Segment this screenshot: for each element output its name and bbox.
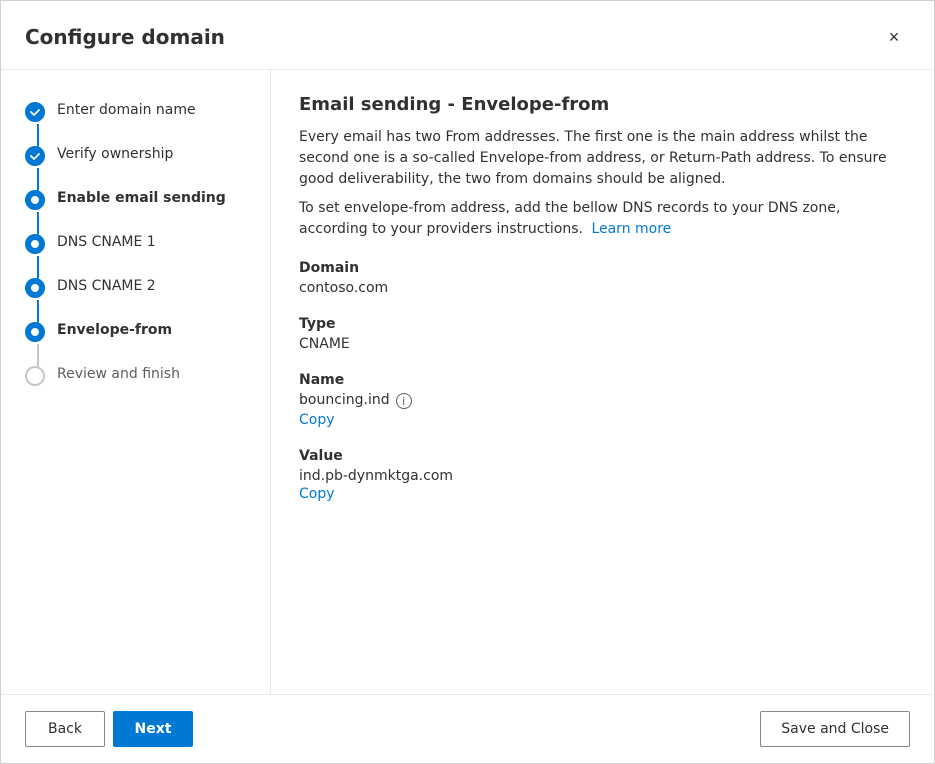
sidebar-item-review-finish[interactable]: Review and finish xyxy=(1,358,270,392)
type-field: Type CNAME xyxy=(299,316,906,352)
info-icon[interactable]: i xyxy=(396,393,412,409)
close-button[interactable]: × xyxy=(878,21,910,53)
sidebar: Enter domain name Verify ownership Enabl xyxy=(1,70,271,694)
next-button[interactable]: Next xyxy=(113,711,193,747)
domain-value: contoso.com xyxy=(299,280,906,296)
sidebar-item-envelope-from[interactable]: Envelope-from xyxy=(1,314,270,348)
description-1: Every email has two From addresses. The … xyxy=(299,127,906,190)
modal-footer: Back Next Save and Close xyxy=(1,694,934,763)
value-value: ind.pb-dynmktga.com xyxy=(299,468,906,484)
configure-domain-modal: Configure domain × Enter domain name xyxy=(0,0,935,764)
check-icon-2 xyxy=(29,150,41,162)
value-copy-button[interactable]: Copy xyxy=(299,486,335,502)
description-2: To set envelope-from address, add the be… xyxy=(299,198,906,240)
name-label: Name xyxy=(299,372,906,388)
step-indicator-dns-cname-1 xyxy=(25,234,45,254)
step-label-dns-cname-1: DNS CNAME 1 xyxy=(57,232,156,250)
sidebar-item-dns-cname-2[interactable]: DNS CNAME 2 xyxy=(1,270,270,304)
step-indicator-envelope-from xyxy=(25,322,45,342)
step-label-enable-email: Enable email sending xyxy=(57,188,226,206)
step-indicator-enable-email xyxy=(25,190,45,210)
modal-body: Enter domain name Verify ownership Enabl xyxy=(1,70,934,694)
sidebar-item-dns-cname-1[interactable]: DNS CNAME 1 xyxy=(1,226,270,260)
check-icon xyxy=(29,106,41,118)
modal-title: Configure domain xyxy=(25,25,225,49)
step-label-envelope-from: Envelope-from xyxy=(57,320,172,338)
name-copy-button[interactable]: Copy xyxy=(299,412,335,428)
step-indicator-verify-ownership xyxy=(25,146,45,166)
type-label: Type xyxy=(299,316,906,332)
main-content: Email sending - Envelope-from Every emai… xyxy=(271,70,934,694)
type-value: CNAME xyxy=(299,336,906,352)
value-field: Value ind.pb-dynmktga.com Copy xyxy=(299,448,906,502)
sidebar-item-enable-email[interactable]: Enable email sending xyxy=(1,182,270,216)
step-label-dns-cname-2: DNS CNAME 2 xyxy=(57,276,156,294)
description-2-text: To set envelope-from address, add the be… xyxy=(299,200,840,237)
footer-left-buttons: Back Next xyxy=(25,711,193,747)
modal-header: Configure domain × xyxy=(1,1,934,70)
step-indicator-dns-cname-2 xyxy=(25,278,45,298)
name-value: bouncing.ind xyxy=(299,392,390,408)
content-title: Email sending - Envelope-from xyxy=(299,94,906,115)
value-label: Value xyxy=(299,448,906,464)
close-icon: × xyxy=(889,27,900,48)
name-value-row: bouncing.ind i xyxy=(299,392,906,410)
domain-field: Domain contoso.com xyxy=(299,260,906,296)
learn-more-link[interactable]: Learn more xyxy=(591,221,671,237)
domain-label: Domain xyxy=(299,260,906,276)
name-field: Name bouncing.ind i Copy xyxy=(299,372,906,428)
back-button[interactable]: Back xyxy=(25,711,105,747)
step-label-verify-ownership: Verify ownership xyxy=(57,144,173,162)
sidebar-item-enter-domain[interactable]: Enter domain name xyxy=(1,94,270,128)
save-close-button[interactable]: Save and Close xyxy=(760,711,910,747)
step-indicator-review-finish xyxy=(25,366,45,386)
step-label-review-finish: Review and finish xyxy=(57,364,180,382)
step-indicator-enter-domain xyxy=(25,102,45,122)
sidebar-item-verify-ownership[interactable]: Verify ownership xyxy=(1,138,270,172)
step-label-enter-domain: Enter domain name xyxy=(57,100,196,118)
